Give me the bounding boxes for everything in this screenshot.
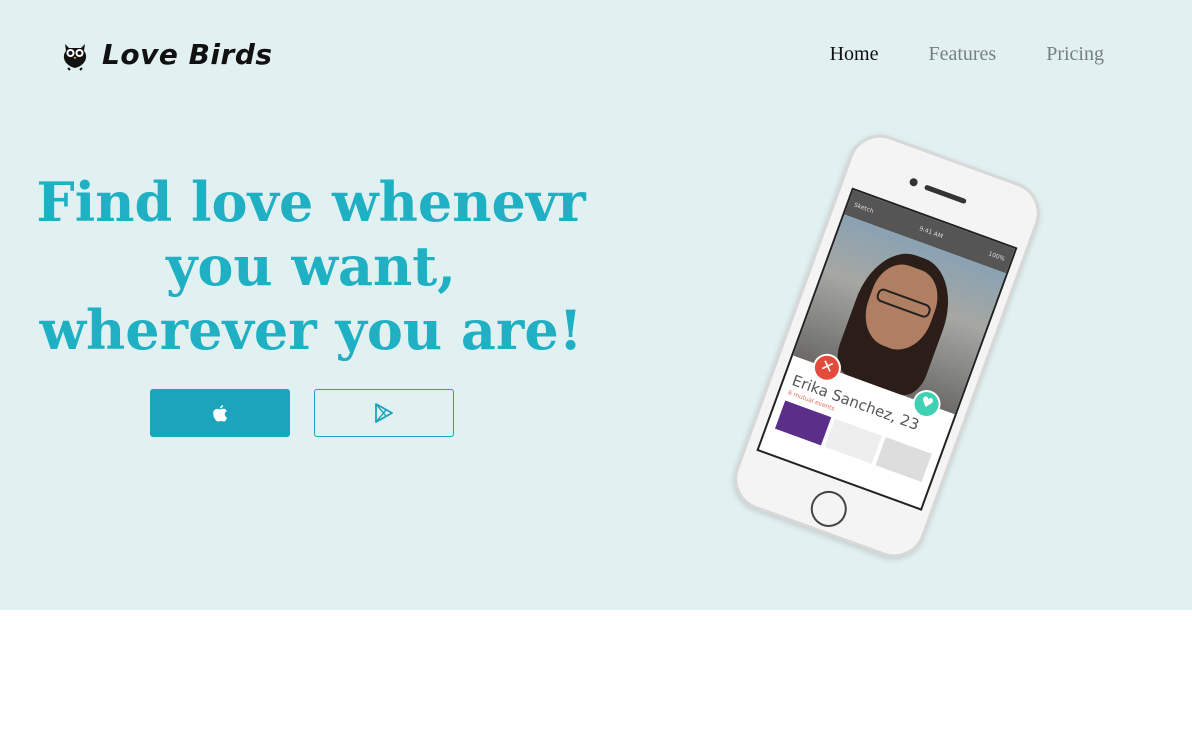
headline-line-2: you want, bbox=[166, 234, 456, 298]
below-fold bbox=[0, 610, 1192, 751]
nav-home[interactable]: Home bbox=[830, 43, 879, 66]
main-nav: Home Features Pricing bbox=[830, 43, 1104, 66]
home-button-icon bbox=[805, 485, 852, 532]
status-carrier: Sketch bbox=[853, 201, 875, 215]
camera-icon bbox=[908, 177, 919, 188]
status-battery: 100% bbox=[987, 249, 1007, 263]
status-time: 9:41 AM bbox=[918, 224, 944, 240]
speaker-grille bbox=[923, 184, 967, 205]
nav-pricing[interactable]: Pricing bbox=[1046, 43, 1104, 66]
brand-name: Love Birds bbox=[102, 37, 273, 71]
phone-screen: Sketch 9:41 AM 100% ✕ ♥ Erika Sanchez, 2… bbox=[756, 187, 1018, 511]
hero-section: Love Birds Home Features Pricing Find lo… bbox=[0, 0, 1192, 610]
google-play-icon bbox=[375, 403, 393, 423]
apple-icon bbox=[213, 404, 227, 422]
nav-features[interactable]: Features bbox=[928, 43, 996, 66]
google-play-button[interactable] bbox=[314, 389, 454, 437]
headline-line-1: Find love whenevr bbox=[36, 170, 586, 234]
headline-line-3: wherever you are! bbox=[39, 298, 583, 362]
hero-headline: Find love whenevr you want, wherever you… bbox=[30, 170, 592, 362]
phone-mockup: Sketch 9:41 AM 100% ✕ ♥ Erika Sanchez, 2… bbox=[725, 125, 1049, 567]
brand[interactable]: Love Birds bbox=[58, 34, 273, 74]
app-store-button[interactable] bbox=[150, 389, 290, 437]
owl-logo-icon bbox=[63, 44, 87, 71]
phone-device: Sketch 9:41 AM 100% ✕ ♥ Erika Sanchez, 2… bbox=[725, 125, 1049, 567]
